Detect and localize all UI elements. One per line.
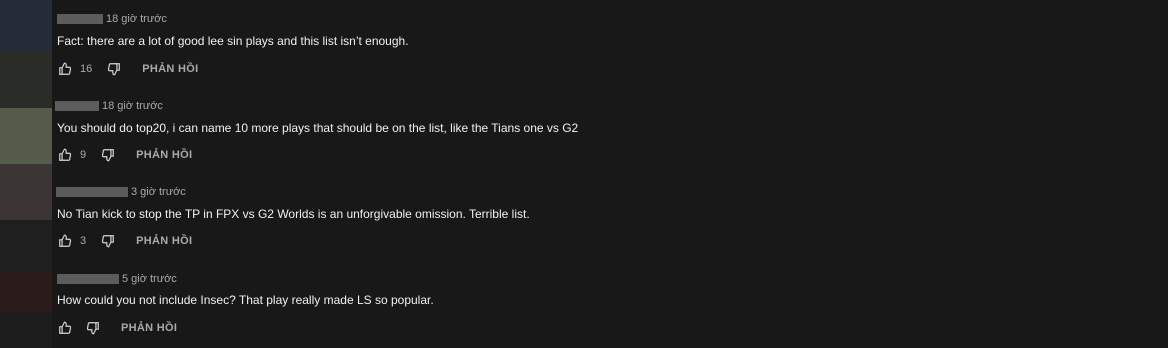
comment-actions: 3 PHẢN HỒI <box>57 233 192 249</box>
comment-item: 5 giờ trước How could you not include In… <box>0 260 1168 346</box>
thumbs-up-icon[interactable] <box>57 233 73 249</box>
comment-text: Fact: there are a lot of good lee sin pl… <box>57 34 409 48</box>
reply-button[interactable]: PHẢN HỒI <box>142 63 198 75</box>
reply-button[interactable]: PHẢN HỒI <box>121 322 177 334</box>
like-count: 9 <box>80 149 87 161</box>
comment-text: You should do top20, i can name 10 more … <box>57 121 579 135</box>
thumbs-up-icon[interactable] <box>57 320 73 336</box>
comment-text: How could you not include Insec? That pl… <box>57 293 434 307</box>
comment-text: No Tian kick to stop the TP in FPX vs G2… <box>57 207 530 221</box>
thumbs-down-icon[interactable] <box>85 320 101 336</box>
like-count: 3 <box>80 235 87 247</box>
author-name-redacted[interactable] <box>55 101 99 111</box>
comment-item: 18 giờ trước Fact: there are a lot of go… <box>0 0 1168 86</box>
comment-actions: PHẢN HỒI <box>57 320 177 336</box>
thumbs-up-icon[interactable] <box>57 61 73 77</box>
comment-meta: 5 giờ trước <box>57 273 177 285</box>
comment-item: 3 giờ trước No Tian kick to stop the TP … <box>0 173 1168 259</box>
author-name-redacted[interactable] <box>57 274 119 284</box>
comment-time[interactable]: 3 giờ trước <box>131 186 186 198</box>
reply-button[interactable]: PHẢN HỒI <box>136 149 192 161</box>
comment-meta: 18 giờ trước <box>57 13 167 25</box>
comment-meta: 18 giờ trước <box>55 100 163 112</box>
comment-time[interactable]: 5 giờ trước <box>122 273 177 285</box>
thumbs-down-icon[interactable] <box>100 147 116 163</box>
comment-meta: 3 giờ trước <box>56 186 186 198</box>
thumbs-down-icon[interactable] <box>100 233 116 249</box>
thumbs-down-icon[interactable] <box>106 61 122 77</box>
thumbs-up-icon[interactable] <box>57 147 73 163</box>
comment-item: 18 giờ trước You should do top20, i can … <box>0 87 1168 173</box>
comment-actions: 9 PHẢN HỒI <box>57 147 192 163</box>
author-name-redacted[interactable] <box>56 187 128 197</box>
comment-actions: 16 PHẢN HỒI <box>57 61 198 77</box>
comment-time[interactable]: 18 giờ trước <box>102 100 163 112</box>
comment-time[interactable]: 18 giờ trước <box>106 13 167 25</box>
like-count: 16 <box>80 63 93 75</box>
reply-button[interactable]: PHẢN HỒI <box>136 235 192 247</box>
author-name-redacted[interactable] <box>57 14 103 24</box>
